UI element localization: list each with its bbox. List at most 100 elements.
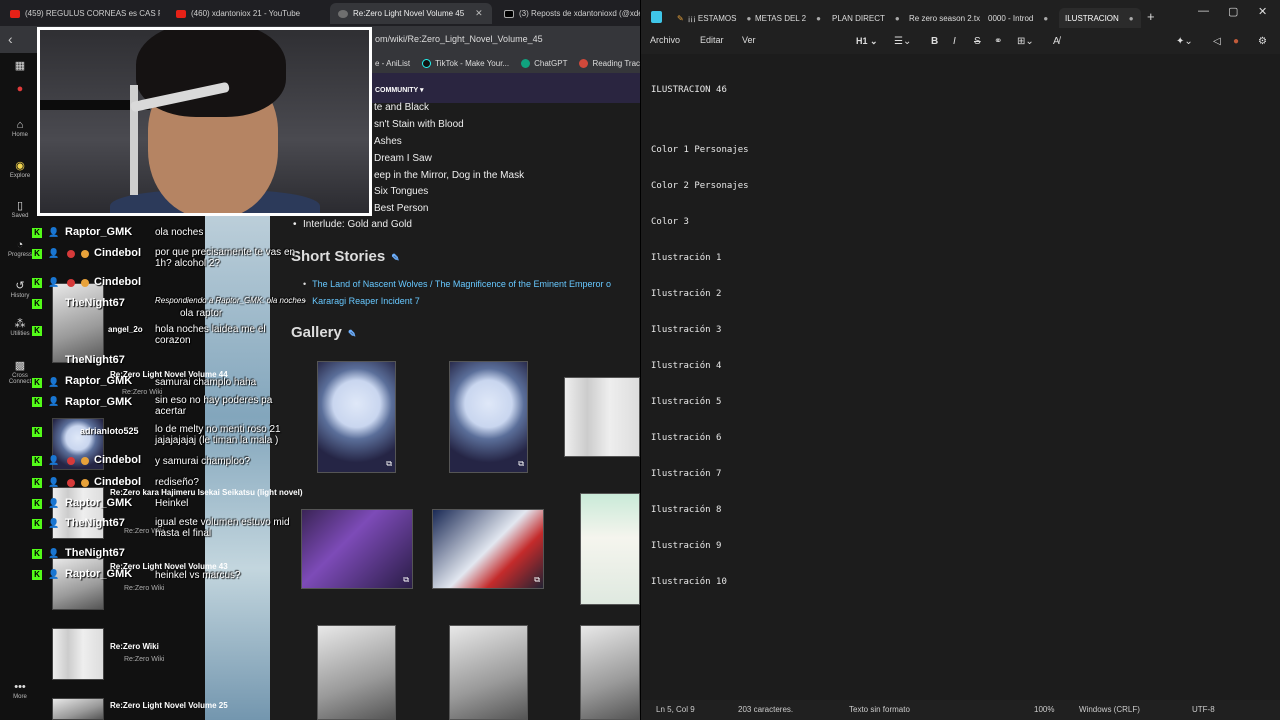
related-thumb[interactable] — [52, 558, 104, 610]
notepad-window: ✎ ¡¡¡ ESTAMOS ● METAS DEL 2 ● PLAN DIRECT ● … — [641, 0, 1280, 720]
text-format[interactable]: Texto sin formato — [849, 705, 910, 714]
menu-ver[interactable]: Ver — [742, 35, 756, 45]
editor-line: Ilustración 1 — [651, 253, 722, 263]
progress-icon: ◔ — [16, 239, 24, 251]
megaphone-icon[interactable]: ◁ — [1213, 36, 1221, 47]
browser-tab-1[interactable]: (459) REGULUS CORNEAS es CAS F — [2, 3, 160, 24]
webcam-overlay — [37, 27, 372, 216]
notepad-tab[interactable]: 0000 - Introd ● — [988, 8, 1066, 28]
chapter-link[interactable]: Dream I Saw — [374, 153, 432, 164]
gallery-image[interactable]: ⧉ — [317, 361, 396, 473]
minimize-icon[interactable]: — — [1198, 5, 1209, 17]
sidebar-item-utilities[interactable]: ⁂ Utilities — [6, 317, 34, 337]
close-window-icon[interactable]: ✕ — [1258, 5, 1267, 18]
bookmark-chatgpt[interactable]: ChatGPT — [521, 58, 567, 68]
edit-pencil-icon[interactable]: ✎ — [391, 253, 399, 264]
youtube-icon — [176, 9, 186, 18]
browser-tab-3[interactable]: Re:Zero Light Novel Volume 45 ✕ — [330, 3, 492, 24]
char-count: 203 caracteres. — [738, 705, 794, 714]
menu-archivo[interactable]: Archivo — [650, 35, 680, 45]
avatar[interactable]: ● — [1233, 36, 1239, 47]
clear-format-icon[interactable]: A̸ — [1053, 36, 1060, 47]
related-thumb[interactable] — [52, 487, 104, 539]
sidebar-item-progress[interactable]: ◔ Progress — [6, 239, 34, 258]
related-wiki-title[interactable]: Re:Zero kara Hajimeru Isekai Seikatsu (l… — [110, 488, 303, 497]
gallery-image[interactable]: ⧉ — [301, 509, 413, 589]
notepad-tab-active[interactable]: ILUSTRACION ● — [1059, 8, 1141, 28]
strikethrough-icon[interactable]: S — [974, 36, 981, 47]
related-thumb[interactable] — [52, 283, 104, 363]
sidebar-item-saved[interactable]: ▯ Saved — [6, 199, 34, 219]
kick-icon: K — [32, 326, 42, 336]
subscriber-badge-icon — [67, 457, 75, 465]
menu-editar[interactable]: Editar — [700, 35, 724, 45]
back-arrow-icon[interactable]: ‹ — [8, 31, 13, 47]
editor-line: Ilustración 3 — [651, 325, 722, 335]
close-icon[interactable]: ✕ — [475, 8, 483, 19]
notepad-tab[interactable]: METAS DEL 2 ● — [755, 8, 837, 28]
new-tab-icon[interactable]: + — [1147, 9, 1155, 24]
related-thumb[interactable] — [52, 698, 104, 720]
gallery-image[interactable]: ⧉ — [432, 509, 544, 589]
gallery-image[interactable] — [564, 377, 640, 457]
bookmark-icon: ▯ — [16, 200, 24, 212]
bookmark-reading-tracker[interactable]: Reading Trac — [579, 58, 640, 68]
chapter-link[interactable]: te and Black — [374, 102, 429, 113]
related-wiki-title[interactable]: Re:Zero Light Novel Volume 25 — [110, 701, 228, 710]
chapter-link[interactable]: Best Person — [374, 203, 428, 214]
user-icon: 👤 — [48, 518, 60, 528]
youtube-icon — [10, 9, 20, 18]
gallery-image[interactable] — [580, 493, 640, 605]
settings-gear-icon[interactable]: ⚙ — [1258, 36, 1267, 47]
sidebar-item-explore[interactable]: ◉ Explore — [6, 159, 34, 179]
gift-badge-icon — [81, 250, 89, 258]
zoom-level[interactable]: 100% — [1034, 705, 1054, 714]
browser-tab-4[interactable]: (3) Reposts de xdantonioxd (@xde — [496, 3, 640, 24]
chapter-link[interactable]: eep in the Mirror, Dog in the Mask — [374, 170, 524, 181]
edit-pencil-icon[interactable]: ✎ — [348, 329, 356, 340]
table-icon[interactable]: ⊞⌄ — [1017, 36, 1034, 47]
notepad-tab[interactable]: PLAN DIRECT ● — [832, 8, 914, 28]
maximize-icon[interactable]: ▢ — [1228, 5, 1238, 18]
community-menu[interactable]: COMMUNITY ▾ — [375, 86, 424, 94]
bold-icon[interactable]: B — [931, 36, 938, 47]
kick-icon: K — [32, 228, 42, 238]
browser-tab-2[interactable]: (460) xdantoniox 21 - YouTube — [168, 3, 328, 24]
editor-line: Ilustración 7 — [651, 469, 722, 479]
related-wiki-title[interactable]: Re:Zero Wiki — [110, 642, 159, 651]
text-editor[interactable]: ILUSTRACION 46 Color 1 Personajes Color … — [651, 60, 749, 612]
sidebar-item-more[interactable]: ••• More — [6, 681, 34, 700]
chapter-link[interactable]: Ashes — [374, 136, 402, 147]
encoding[interactable]: UTF-8 — [1192, 705, 1215, 714]
user-icon: 👤 — [48, 277, 60, 287]
copilot-icon[interactable]: ✦⌄ — [1176, 36, 1193, 47]
sidebar-brand-button[interactable]: ● — [6, 83, 34, 96]
sidebar-item-cross-connect[interactable]: ▩ Cross Connect — [6, 359, 34, 385]
url-text[interactable]: om/wiki/Re:Zero_Light_Novel_Volume_45 — [375, 34, 543, 44]
sidebar-grid-button[interactable]: ▦ — [6, 59, 34, 73]
chapter-link[interactable]: sn't Stain with Blood — [374, 119, 464, 130]
chapter-link[interactable]: Six Tongues — [374, 186, 428, 197]
sidebar-item-history[interactable]: ↺ History — [6, 279, 34, 299]
list-icon[interactable]: ☰⌄ — [894, 36, 911, 47]
short-story-link[interactable]: The Land of Nascent Wolves / The Magnifi… — [303, 279, 611, 289]
kick-icon: K — [32, 570, 42, 580]
bookmark-anilist[interactable]: e - AniList — [375, 59, 410, 68]
link-icon[interactable]: ⚭ — [994, 36, 1002, 47]
gallery-image[interactable] — [580, 625, 640, 720]
sidebar-item-home[interactable]: ⌂ Home — [6, 119, 34, 138]
gallery-image[interactable] — [317, 625, 396, 720]
subscriber-badge-icon — [67, 250, 75, 258]
editor-line: Ilustración 9 — [651, 541, 722, 551]
user-icon: 👤 — [48, 498, 60, 508]
short-story-link[interactable]: Kararagi Reaper Incident 7 — [303, 296, 420, 306]
notepad-tab[interactable]: Re zero season 2.tx — [909, 8, 997, 28]
line-ending[interactable]: Windows (CRLF) — [1079, 705, 1140, 714]
related-wiki-source: Re:Zero Wiki — [124, 585, 165, 592]
gallery-image[interactable] — [449, 625, 528, 720]
italic-icon[interactable]: I — [953, 36, 956, 47]
gallery-image[interactable]: ⧉ — [449, 361, 528, 473]
related-thumb[interactable] — [52, 628, 104, 680]
heading-button[interactable]: H1 ⌄ — [856, 36, 878, 47]
bookmark-tiktok[interactable]: TikTok - Make Your... — [422, 58, 509, 68]
